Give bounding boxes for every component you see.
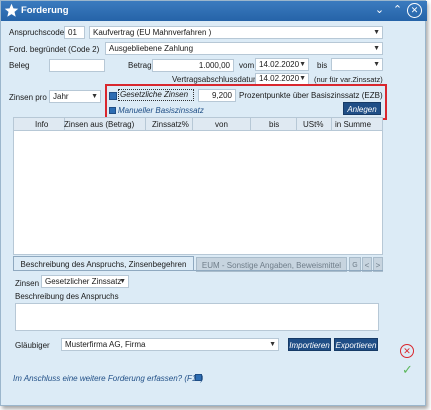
interest-table[interactable]: Info Zinsen aus (Betrag) Zinssatz% von b… xyxy=(13,117,383,255)
anspruchscode-label: Anspruchscode xyxy=(9,28,65,37)
weitere-forderung-link[interactable]: Im Anschluss eine weitere Forderung erfa… xyxy=(13,374,203,383)
star-icon xyxy=(4,3,19,17)
vertragsabschluss-hint: (nur für var.Zinssatz) xyxy=(314,75,383,84)
zinsen-select[interactable]: Gesetzlicher Zinssatz ▼ xyxy=(41,275,129,288)
weitere-forderung-checkbox[interactable] xyxy=(195,374,202,381)
bis-label: bis xyxy=(317,61,328,70)
column-divider xyxy=(145,118,146,131)
window-title: Forderung xyxy=(21,5,69,16)
glaeubiger-text: Musterfirma AG, Firma xyxy=(65,340,146,349)
zinsen-pro-select[interactable]: Jahr ▼ xyxy=(49,90,101,103)
zinsen-pro-text: Jahr xyxy=(53,92,69,101)
tab-divider xyxy=(13,270,383,271)
close-icon[interactable]: ✕ xyxy=(407,3,422,18)
vertragsabschluss-date-text: 14.02.2020 xyxy=(259,74,300,83)
vom-date-text: 14.02.2020 xyxy=(259,60,300,69)
column-header-in-summe[interactable]: in Summe xyxy=(335,120,371,129)
exportieren-button[interactable]: Exportieren xyxy=(334,338,378,351)
begruendet-label: Ford. begründet (Code 2) xyxy=(9,45,100,54)
column-divider xyxy=(192,118,193,131)
dropdown-arrow-icon: ▼ xyxy=(269,341,276,348)
dialog-window: Forderung ⌄ ⌃ ✕ Anspruchscode 01 Kaufver… xyxy=(0,0,427,406)
column-divider xyxy=(250,118,251,131)
gesetzliche-zinsen-checkbox[interactable] xyxy=(109,92,117,100)
beschreibung-label: Beschreibung des Anspruchs xyxy=(15,292,119,301)
column-header-zinssatz[interactable]: Zinssatz% xyxy=(152,120,189,129)
tab-beschreibung[interactable]: Beschreibung des Anspruchs, Zinsenbegehr… xyxy=(13,256,194,271)
checkmark-icon[interactable]: ✓ xyxy=(402,362,413,378)
beschreibung-textarea[interactable] xyxy=(15,303,379,331)
table-header: Info Zinsen aus (Betrag) Zinssatz% von b… xyxy=(14,118,382,131)
bis-date-select[interactable]: ▼ xyxy=(331,58,383,71)
dropdown-arrow-icon: ▼ xyxy=(119,278,126,285)
prozent-input[interactable]: 9,200 xyxy=(198,89,236,102)
zinsen-text: Gesetzlicher Zinssatz xyxy=(45,277,122,286)
cancel-circle-icon[interactable]: ✕ xyxy=(400,344,414,358)
dropdown-arrow-icon: ▼ xyxy=(373,45,380,52)
zinsen-label: Zinsen xyxy=(15,279,40,288)
column-header-ust[interactable]: USt% xyxy=(303,120,323,129)
begruendet-text: Ausgebliebene Zahlung xyxy=(109,44,194,53)
chevron-down-icon[interactable]: ⌄ xyxy=(372,3,387,18)
anspruchscode-select[interactable]: Kaufvertrag (EU Mahnverfahren ) ▼ xyxy=(89,26,383,39)
begruendet-select[interactable]: Ausgebliebene Zahlung ▼ xyxy=(105,42,383,55)
column-header-zinsen-aus[interactable]: Zinsen aus (Betrag) xyxy=(64,120,134,129)
betrag-label: Betrag xyxy=(128,61,152,70)
dropdown-arrow-icon: ▼ xyxy=(299,75,306,82)
dropdown-arrow-icon: ▼ xyxy=(91,93,98,100)
anspruchscode-text: Kaufvertrag (EU Mahnverfahren ) xyxy=(93,28,212,37)
zinsen-pro-label: Zinsen pro xyxy=(9,93,47,102)
gesetzliche-zinsen-label[interactable]: Gesetzliche Zinsen xyxy=(118,89,194,101)
manueller-basiszinssatz-label: Manueller Basiszinssatz xyxy=(118,106,204,115)
glaeubiger-select[interactable]: Musterfirma AG, Firma ▼ xyxy=(61,338,279,351)
glaeubiger-label: Gläubiger xyxy=(15,341,50,350)
chevron-up-icon[interactable]: ⌃ xyxy=(390,3,405,18)
beleg-label: Beleg xyxy=(9,61,30,70)
column-header-bis[interactable]: bis xyxy=(269,120,279,129)
vom-date-select[interactable]: 14.02.2020 ▼ xyxy=(255,58,309,71)
column-header-info[interactable]: Info xyxy=(35,120,48,129)
dropdown-arrow-icon: ▼ xyxy=(373,61,380,68)
manueller-basiszinssatz-checkbox[interactable] xyxy=(109,107,116,114)
dropdown-arrow-icon: ▼ xyxy=(299,61,306,68)
vom-label: vom xyxy=(239,61,255,70)
column-divider xyxy=(331,118,332,131)
beleg-input[interactable] xyxy=(49,59,105,72)
prozent-label: Prozentpunkte über Basiszinssatz (EZB) xyxy=(239,91,383,100)
importieren-button[interactable]: Importieren xyxy=(288,338,331,351)
betrag-input[interactable]: 1.000,00 xyxy=(152,59,234,72)
dropdown-arrow-icon: ▼ xyxy=(373,29,380,36)
column-divider xyxy=(296,118,297,131)
column-header-von[interactable]: von xyxy=(215,120,228,129)
anlegen-button[interactable]: Anlegen xyxy=(343,102,381,115)
title-bar[interactable]: Forderung ⌄ ⌃ ✕ xyxy=(1,1,427,21)
anspruchscode-code-input[interactable]: 01 xyxy=(64,26,85,39)
vertragsabschluss-label: Vertragsabschlussdatum xyxy=(172,75,260,84)
